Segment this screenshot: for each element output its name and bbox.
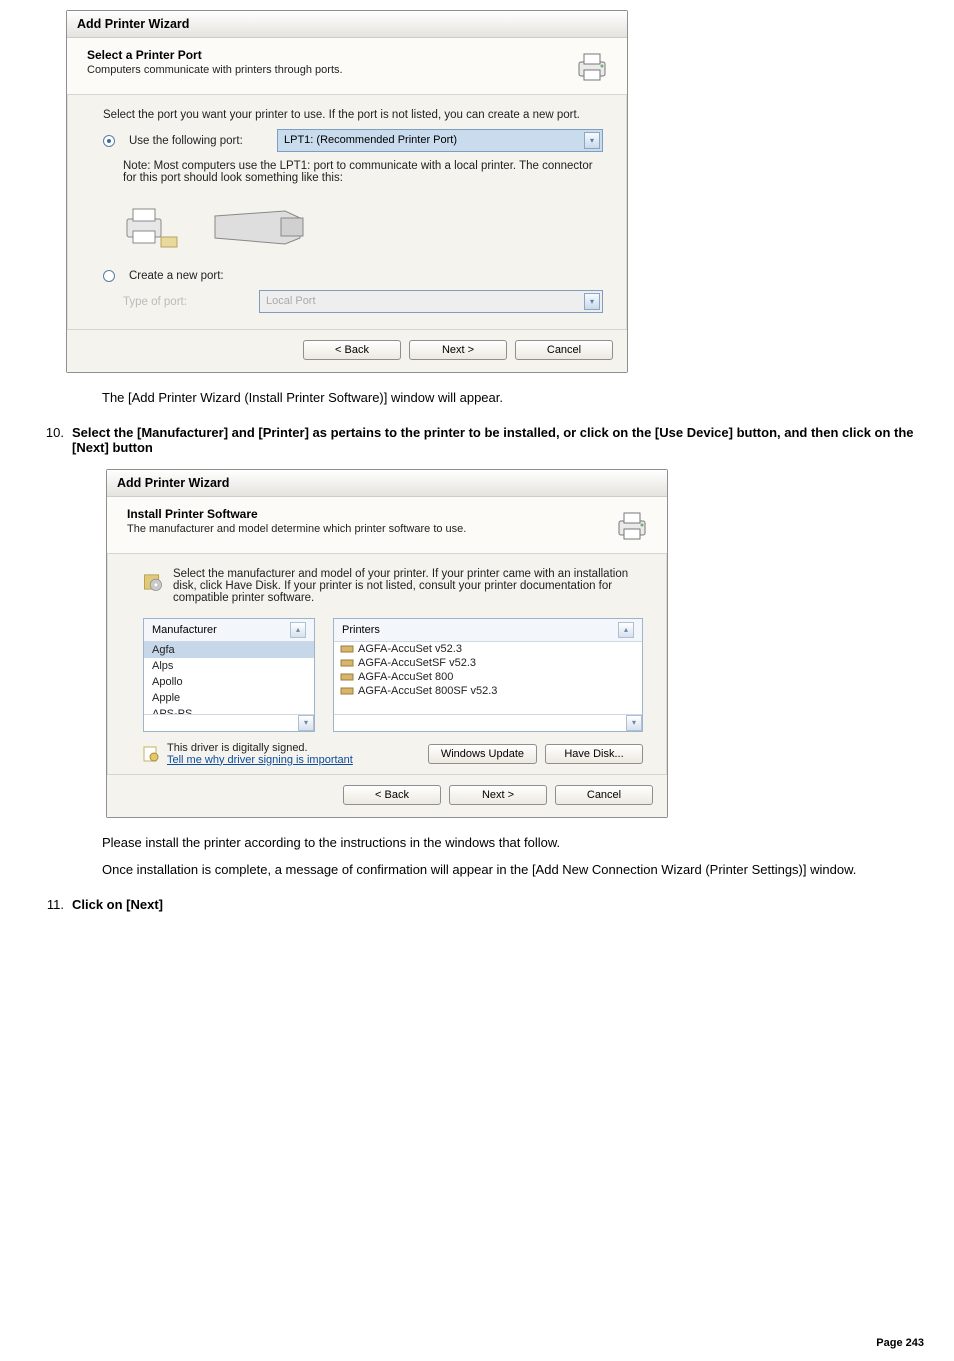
type-of-port-label: Type of port: bbox=[123, 296, 249, 308]
list-item[interactable]: APS-PS bbox=[144, 706, 314, 714]
list-item[interactable]: Apple bbox=[144, 690, 314, 706]
dialog-header: Install Printer Software The manufacture… bbox=[107, 497, 667, 554]
port-combo-value: LPT1: (Recommended Printer Port) bbox=[284, 134, 457, 146]
driver-signed-row: This driver is digitally signed. Tell me… bbox=[143, 742, 643, 766]
manufacturer-items: Agfa Alps Apollo Apple APS-PS bbox=[144, 642, 314, 714]
lists-row: Manufacturer ▴ Agfa Alps Apollo Apple AP… bbox=[143, 618, 643, 732]
printer-small-icon bbox=[340, 643, 354, 655]
list-item[interactable]: Agfa bbox=[144, 642, 314, 658]
header-subtitle: The manufacturer and model determine whi… bbox=[127, 523, 613, 535]
create-port-label: Create a new port: bbox=[129, 270, 224, 282]
port-note: Note: Most computers use the LPT1: port … bbox=[123, 160, 593, 184]
chevron-down-icon[interactable]: ▾ bbox=[584, 132, 600, 149]
list-item[interactable]: AGFA-AccuSet 800SF v52.3 bbox=[334, 684, 642, 698]
dialog-title: Add Printer Wizard bbox=[107, 470, 667, 497]
printer-small-icon bbox=[340, 685, 354, 697]
radio-create-new-port[interactable] bbox=[103, 270, 115, 282]
printers-header-label: Printers bbox=[342, 624, 380, 636]
step-number: 10. bbox=[30, 425, 72, 455]
printer-item-label: AGFA-AccuSetSF v52.3 bbox=[358, 657, 476, 669]
step-number: 11. bbox=[30, 897, 72, 912]
intro-text: Select the manufacturer and model of you… bbox=[173, 568, 643, 604]
chevron-down-icon: ▾ bbox=[584, 293, 600, 310]
port-combo[interactable]: LPT1: (Recommended Printer Port) ▾ bbox=[277, 129, 603, 152]
back-button[interactable]: < Back bbox=[303, 340, 401, 360]
cancel-button[interactable]: Cancel bbox=[515, 340, 613, 360]
step-text: Select the [Manufacturer] and [Printer] … bbox=[72, 425, 924, 455]
printer-small-icon bbox=[121, 201, 181, 251]
signing-info-link[interactable]: Tell me why driver signing is important bbox=[167, 754, 420, 766]
add-printer-wizard-port-dialog: Add Printer Wizard Select a Printer Port… bbox=[66, 10, 628, 373]
document-page: Add Printer Wizard Select a Printer Port… bbox=[0, 10, 954, 1361]
use-port-label: Use the following port: bbox=[129, 135, 267, 147]
disk-icon bbox=[143, 568, 163, 596]
connector-icon bbox=[205, 196, 315, 256]
cancel-button[interactable]: Cancel bbox=[555, 785, 653, 805]
printer-icon bbox=[573, 48, 611, 86]
post-dialog1-text: The [Add Printer Wizard (Install Printer… bbox=[102, 389, 912, 407]
list-item[interactable]: Alps bbox=[144, 658, 314, 674]
add-printer-wizard-software-dialog: Add Printer Wizard Install Printer Softw… bbox=[106, 469, 668, 818]
printer-item-label: AGFA-AccuSet 800SF v52.3 bbox=[358, 685, 497, 697]
next-button[interactable]: Next > bbox=[409, 340, 507, 360]
header-title: Select a Printer Port bbox=[87, 48, 573, 62]
printer-small-icon bbox=[340, 671, 354, 683]
scroll-down-icon[interactable]: ▾ bbox=[626, 715, 642, 731]
header-title: Install Printer Software bbox=[127, 507, 613, 521]
printer-item-label: AGFA-AccuSet 800 bbox=[358, 671, 453, 683]
printer-item-label: AGFA-AccuSet v52.3 bbox=[358, 643, 462, 655]
page-footer: Page 243 bbox=[876, 1337, 924, 1349]
post-dialog2-text-b: Once installation is complete, a message… bbox=[102, 861, 912, 879]
back-button[interactable]: < Back bbox=[343, 785, 441, 805]
intro-text: Select the port you want your printer to… bbox=[103, 109, 593, 121]
dialog-button-row: < Back Next > Cancel bbox=[107, 774, 667, 817]
scroll-up-icon[interactable]: ▴ bbox=[618, 622, 634, 638]
list-item[interactable]: AGFA-AccuSetSF v52.3 bbox=[334, 656, 642, 670]
printers-header: Printers ▴ bbox=[334, 619, 642, 642]
next-button[interactable]: Next > bbox=[449, 785, 547, 805]
manufacturer-header-label: Manufacturer bbox=[152, 624, 217, 636]
port-illustration bbox=[121, 196, 603, 256]
scroll-down-icon[interactable]: ▾ bbox=[298, 715, 314, 731]
radio-use-following-port[interactable] bbox=[103, 135, 115, 147]
type-of-port-value: Local Port bbox=[266, 295, 316, 307]
header-subtitle: Computers communicate with printers thro… bbox=[87, 64, 573, 76]
step-11: 11. Click on [Next] bbox=[30, 897, 924, 912]
printer-items: AGFA-AccuSet v52.3 AGFA-AccuSetSF v52.3 … bbox=[334, 642, 642, 714]
list-item[interactable]: Apollo bbox=[144, 674, 314, 690]
dialog-header: Select a Printer Port Computers communic… bbox=[67, 38, 627, 95]
list-item[interactable]: AGFA-AccuSet v52.3 bbox=[334, 642, 642, 656]
have-disk-button[interactable]: Have Disk... bbox=[545, 744, 643, 764]
manufacturer-header: Manufacturer ▴ bbox=[144, 619, 314, 642]
printer-small-icon bbox=[340, 657, 354, 669]
dialog-button-row: < Back Next > Cancel bbox=[67, 329, 627, 372]
certificate-icon bbox=[143, 746, 159, 762]
printer-icon bbox=[613, 507, 651, 545]
post-dialog2-text-a: Please install the printer according to … bbox=[102, 834, 912, 852]
dialog-title: Add Printer Wizard bbox=[67, 11, 627, 38]
printers-listbox[interactable]: Printers ▴ AGFA-AccuSet v52.3 AGFA-AccuS… bbox=[333, 618, 643, 732]
list-item[interactable]: AGFA-AccuSet 800 bbox=[334, 670, 642, 684]
signed-text: This driver is digitally signed. bbox=[167, 742, 420, 754]
step-text: Click on [Next] bbox=[72, 897, 924, 912]
windows-update-button[interactable]: Windows Update bbox=[428, 744, 537, 764]
type-of-port-combo: Local Port ▾ bbox=[259, 290, 603, 313]
scroll-up-icon[interactable]: ▴ bbox=[290, 622, 306, 638]
step-10: 10. Select the [Manufacturer] and [Print… bbox=[30, 425, 924, 455]
manufacturer-listbox[interactable]: Manufacturer ▴ Agfa Alps Apollo Apple AP… bbox=[143, 618, 315, 732]
